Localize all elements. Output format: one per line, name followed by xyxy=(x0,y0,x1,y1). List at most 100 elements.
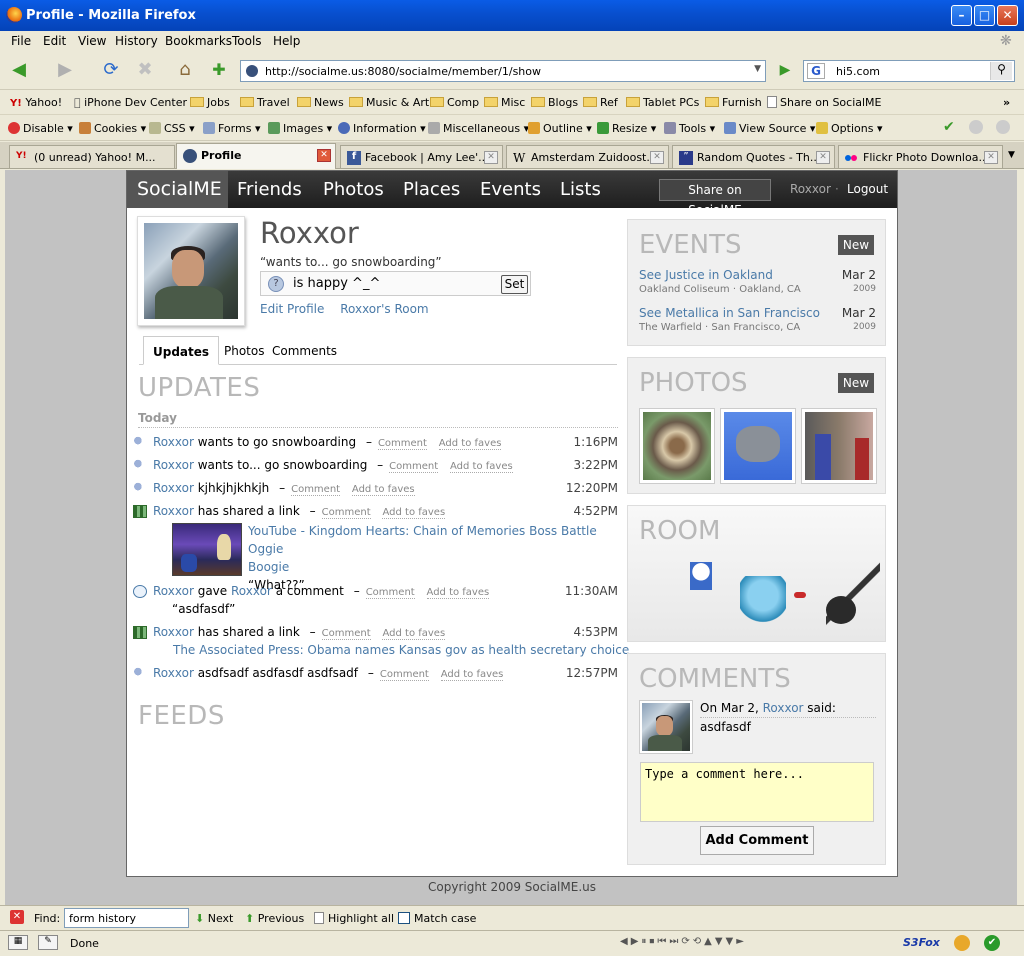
tab-photos[interactable]: Photos xyxy=(224,344,264,358)
dev-css[interactable]: CSS ▾ xyxy=(149,122,195,135)
menu-view[interactable]: View xyxy=(78,34,106,48)
video-thumbnail[interactable] xyxy=(172,523,242,576)
dev-miscellaneous[interactable]: Miscellaneous ▾ xyxy=(428,122,529,135)
room-character-icon[interactable] xyxy=(740,576,786,632)
status-input[interactable]: is happy ^_^ xyxy=(293,276,380,291)
menu-edit[interactable]: Edit xyxy=(43,34,66,48)
logout-link[interactable]: Logout xyxy=(847,182,888,196)
comment-link[interactable]: Comment xyxy=(291,484,341,496)
bookmark-travel[interactable]: Travel xyxy=(240,96,290,109)
search-icon[interactable]: ⚲ xyxy=(990,62,1012,80)
bookmark-tablet-pcs[interactable]: Tablet PCs xyxy=(626,96,699,109)
add-to-faves-link[interactable]: Add to faves xyxy=(438,438,502,450)
menu-bookmarks[interactable]: Bookmarks xyxy=(165,34,232,48)
bookmark-news[interactable]: News xyxy=(297,96,344,109)
url-bar[interactable]: http://socialme.us:8080/socialme/member/… xyxy=(240,60,766,82)
addon-icon[interactable] xyxy=(954,935,970,951)
add-to-faves-link[interactable]: Add to faves xyxy=(382,507,446,519)
go-icon[interactable]: ▶ xyxy=(772,58,798,84)
photo-thumbnail[interactable] xyxy=(801,408,877,484)
home-icon[interactable]: ⌂ xyxy=(172,58,198,84)
bookmark-share-socialme[interactable]: Share on SocialME xyxy=(767,96,882,109)
bookmark-blogs[interactable]: Blogs xyxy=(531,96,578,109)
dev-cookies[interactable]: Cookies ▾ xyxy=(79,122,146,135)
find-previous-button[interactable]: ⬆ Previous xyxy=(245,912,304,925)
forward-icon[interactable]: ▶ xyxy=(52,58,78,84)
update-user-link[interactable]: Roxxor xyxy=(153,584,194,598)
dev-information[interactable]: Information ▾ xyxy=(338,122,426,135)
menu-help[interactable]: Help xyxy=(273,34,300,48)
menu-file[interactable]: File xyxy=(11,34,31,48)
set-status-button[interactable]: Set xyxy=(501,275,528,294)
add-to-faves-link[interactable]: Add to faves xyxy=(440,669,504,681)
media-controls[interactable]: ◀▶⏸⏹⏮⏭⟳⟲▲▼▼► xyxy=(620,936,747,947)
find-input[interactable]: form history xyxy=(64,908,189,928)
tab-profile[interactable]: Profile ✕ xyxy=(176,143,336,169)
room-link[interactable]: Roxxor's Room xyxy=(340,302,428,316)
bookmark-music-art[interactable]: Music & Art xyxy=(349,96,429,109)
url-dropdown-icon[interactable]: ▼ xyxy=(754,64,761,74)
bookmarks-overflow-icon[interactable]: » xyxy=(1003,96,1010,109)
update-user-link[interactable]: Roxxor xyxy=(153,481,194,495)
bookmark-iphone-dev[interactable]:  iPhone Dev Center xyxy=(74,96,187,109)
dev-outline[interactable]: Outline ▾ xyxy=(528,122,592,135)
search-engine-icon[interactable]: G xyxy=(807,63,825,79)
dev-view-source[interactable]: View Source ▾ xyxy=(724,122,815,135)
tab-list-icon[interactable]: ▼ xyxy=(1008,150,1015,160)
nav-events[interactable]: Events xyxy=(480,179,541,200)
comment-link[interactable]: Comment xyxy=(389,461,439,473)
tab-flickr[interactable]: Flickr Photo Downloa... ✕ xyxy=(838,145,1003,168)
sidebar-toggle-icon[interactable]: ▦ xyxy=(8,935,28,950)
update-user-link[interactable]: Roxxor xyxy=(153,435,194,449)
question-icon[interactable]: ? xyxy=(268,276,284,292)
new-event-button[interactable]: New xyxy=(838,235,874,255)
maximize-button[interactable]: □ xyxy=(974,5,995,26)
dev-options[interactable]: Options ▾ xyxy=(816,122,882,135)
dev-forms[interactable]: Forms ▾ xyxy=(203,122,260,135)
comment-link[interactable]: Comment xyxy=(321,628,371,640)
match-case-checkbox[interactable]: Match case xyxy=(398,912,476,925)
reload-icon[interactable]: ⟳ xyxy=(98,58,124,84)
event-title-link[interactable]: See Metallica in San Francisco xyxy=(639,306,820,320)
bookmark-ref[interactable]: Ref xyxy=(583,96,618,109)
menu-tools[interactable]: Tools xyxy=(232,34,262,48)
dev-images[interactable]: Images ▾ xyxy=(268,122,332,135)
minimize-button[interactable]: – xyxy=(951,5,972,26)
bookmark-misc[interactable]: Misc xyxy=(484,96,525,109)
edit-profile-link[interactable]: Edit Profile xyxy=(260,302,324,316)
comment-link[interactable]: Comment xyxy=(365,587,415,599)
stop-icon[interactable]: ✖ xyxy=(132,58,158,84)
shared-video-link-cont[interactable]: Boogie xyxy=(248,560,289,574)
tab-yahoo[interactable]: Y! (0 unread) Yahoo! M... xyxy=(9,145,175,168)
tab-random-quotes[interactable]: ” Random Quotes - Th... ✕ xyxy=(672,145,835,168)
comment-link[interactable]: Comment xyxy=(321,507,371,519)
dev-tools[interactable]: Tools ▾ xyxy=(664,122,715,135)
photo-thumbnail[interactable] xyxy=(720,408,796,484)
update-user-link[interactable]: Roxxor xyxy=(153,504,194,518)
add-to-faves-link[interactable]: Add to faves xyxy=(351,484,415,496)
close-button[interactable]: ✕ xyxy=(997,5,1018,26)
tab-close-icon[interactable]: ✕ xyxy=(317,149,331,162)
find-next-button[interactable]: ⬇ Next xyxy=(195,912,233,925)
dev-resize[interactable]: Resize ▾ xyxy=(597,122,656,135)
shared-article-link[interactable]: The Associated Press: Obama names Kansas… xyxy=(173,643,629,657)
update-user-link[interactable]: Roxxor xyxy=(153,666,194,680)
shared-video-link[interactable]: YouTube - Kingdom Hearts: Chain of Memor… xyxy=(248,524,597,556)
tab-close-icon[interactable]: ✕ xyxy=(484,151,498,164)
back-icon[interactable]: ◀ xyxy=(6,58,32,84)
update-user-link[interactable]: Roxxor xyxy=(153,625,194,639)
guitar-icon[interactable] xyxy=(826,562,880,628)
add-to-faves-link[interactable]: Add to faves xyxy=(426,587,490,599)
tab-close-icon[interactable]: ✕ xyxy=(984,151,998,164)
tab-close-icon[interactable]: ✕ xyxy=(816,151,830,164)
update-user-link[interactable]: Roxxor xyxy=(153,458,194,472)
commenter-avatar[interactable] xyxy=(639,700,693,754)
find-close-icon[interactable]: ✕ xyxy=(10,910,24,924)
tab-updates[interactable]: Updates xyxy=(143,336,220,365)
room-car-icon[interactable] xyxy=(794,592,806,598)
room-toy-icon[interactable] xyxy=(690,562,712,590)
bookmark-yahoo[interactable]: Y! Yahoo! xyxy=(10,96,62,109)
tab-close-icon[interactable]: ✕ xyxy=(650,151,664,164)
s3fox-button[interactable]: S3Fox xyxy=(903,936,940,949)
nav-places[interactable]: Places xyxy=(403,179,460,200)
